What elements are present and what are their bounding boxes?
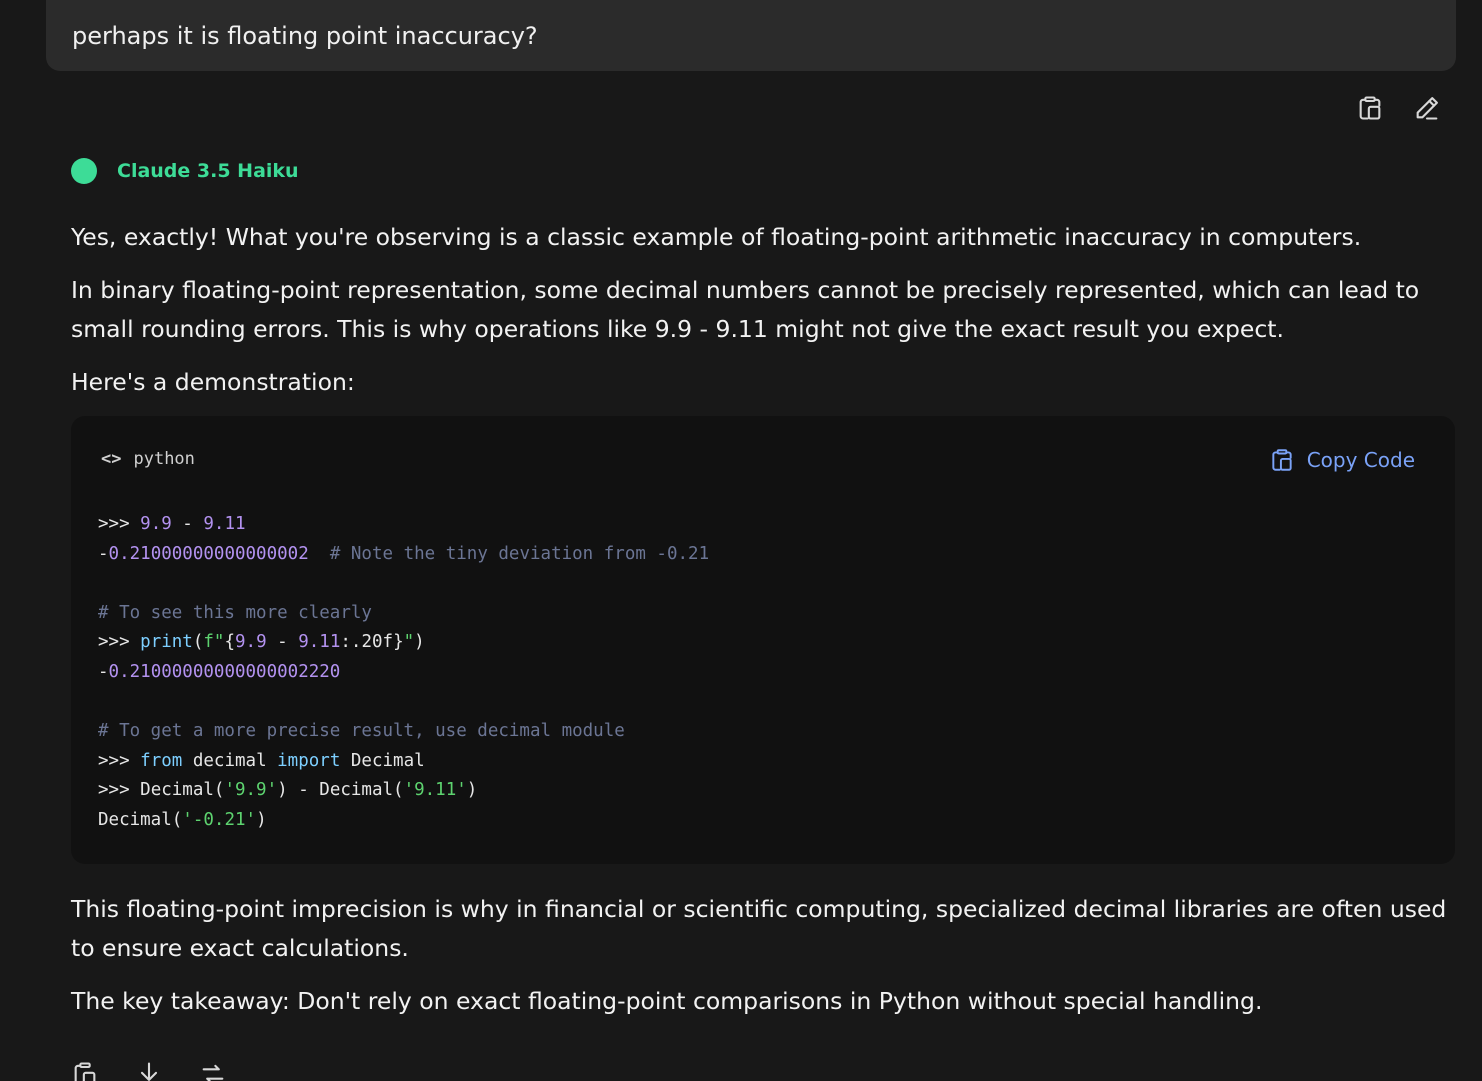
code-line: # To see this more clearly [98, 599, 709, 629]
code-token: ) [414, 632, 425, 653]
code-token: Decimal [340, 750, 425, 771]
code-token: from [140, 750, 183, 771]
code-language-name: python [133, 449, 195, 469]
retry-icon[interactable] [199, 1060, 227, 1081]
user-message-bubble: perhaps it is floating point inaccuracy? [46, 0, 1456, 71]
code-token: { [224, 632, 236, 653]
code-token: 9.9 [140, 514, 172, 534]
copy-icon [1272, 449, 1292, 471]
copy-icon[interactable] [71, 1060, 99, 1081]
code-token: - [266, 632, 299, 653]
user-message-text: perhaps it is floating point inaccuracy? [72, 21, 538, 50]
code-token: 9.11 [298, 632, 341, 653]
code-token: - [98, 543, 109, 564]
assistant-paragraph-5: The key takeaway: Don't rely on exact fl… [71, 987, 1263, 1015]
pencil-icon [1416, 97, 1438, 120]
code-token: ) [256, 809, 267, 830]
code-line: -0.21000000000000002 # Note the tiny dev… [98, 540, 709, 570]
response-actions [71, 1060, 263, 1081]
code-line: >>> from decimal import Decimal [98, 747, 709, 777]
code-line: -0.21000000000000002220 [98, 658, 709, 688]
model-label: Claude 3.5 Haiku [71, 157, 299, 185]
code-brackets-icon: <> [101, 449, 122, 469]
code-token: >>> [98, 514, 141, 534]
copy-message-button[interactable] [1353, 91, 1387, 125]
code-token: Decimal( [98, 809, 183, 830]
code-token: :.20f} [340, 632, 404, 653]
code-token: 0.21000000000000002 [108, 543, 309, 564]
code-token: - [98, 661, 109, 682]
code-content: >>> 9.9 - 9.11 -0.21000000000000002 # Not… [98, 510, 709, 836]
code-line: # To get a more precise result, use deci… [98, 717, 709, 747]
code-token: import [277, 750, 341, 771]
code-token: 0.21000000000000002220 [108, 661, 341, 682]
assistant-paragraph-4: This floating-point imprecision is why i… [71, 895, 1447, 962]
assistant-paragraph-1: Yes, exactly! What you're observing is a… [71, 223, 1362, 251]
code-token: >>> [98, 780, 141, 801]
code-token: Decimal( [140, 780, 225, 801]
code-token: 9.11 [203, 514, 246, 534]
copy-code-label: Copy Code [1306, 448, 1415, 472]
code-token: - [171, 514, 204, 534]
copy-icon [1359, 96, 1381, 120]
code-token: " [403, 632, 415, 653]
code-token: print [140, 632, 193, 653]
code-token: # Note the tiny deviation from -0.21 [329, 543, 710, 564]
copy-code-button[interactable]: Copy Code [1269, 447, 1415, 473]
code-line: >>> 9.9 - 9.11 [98, 510, 709, 540]
code-token: ) - Decimal( [277, 780, 404, 801]
code-token: ( [192, 632, 204, 653]
model-avatar-dot [71, 158, 97, 184]
code-token: >>> [98, 750, 141, 771]
code-token: 9.9 [235, 632, 267, 653]
download-icon[interactable] [135, 1060, 163, 1081]
code-token: # To see this more clearly [98, 602, 372, 623]
code-token: f" [203, 632, 225, 653]
code-token: >>> [98, 632, 141, 653]
assistant-paragraph-3: Here's a demonstration: [71, 368, 355, 396]
code-token: '9.11' [403, 780, 467, 801]
code-token: ) [466, 780, 478, 801]
code-line: Decimal('-0.21') [98, 806, 709, 836]
code-token: # To get a more precise result, use deci… [98, 721, 625, 742]
chat-page: perhaps it is floating point inaccuracy?… [0, 0, 1482, 1081]
code-block: <> python Copy Code >>> 9.9 - 9.11 -0.210… [71, 416, 1455, 864]
code-token: '-0.21' [182, 809, 257, 830]
code-line: >>> Decimal('9.9') - Decimal('9.11') [98, 776, 709, 806]
code-token: decimal [182, 750, 278, 771]
edit-message-button[interactable] [1410, 91, 1444, 125]
code-language-label: <> python [101, 449, 195, 469]
code-token: '9.9' [224, 780, 278, 801]
assistant-paragraph-2: In binary floating-point representation,… [71, 276, 1420, 343]
code-line: >>> print(f"{9.9 - 9.11:.20f}") [98, 628, 709, 658]
model-name: Claude 3.5 Haiku [117, 160, 299, 182]
